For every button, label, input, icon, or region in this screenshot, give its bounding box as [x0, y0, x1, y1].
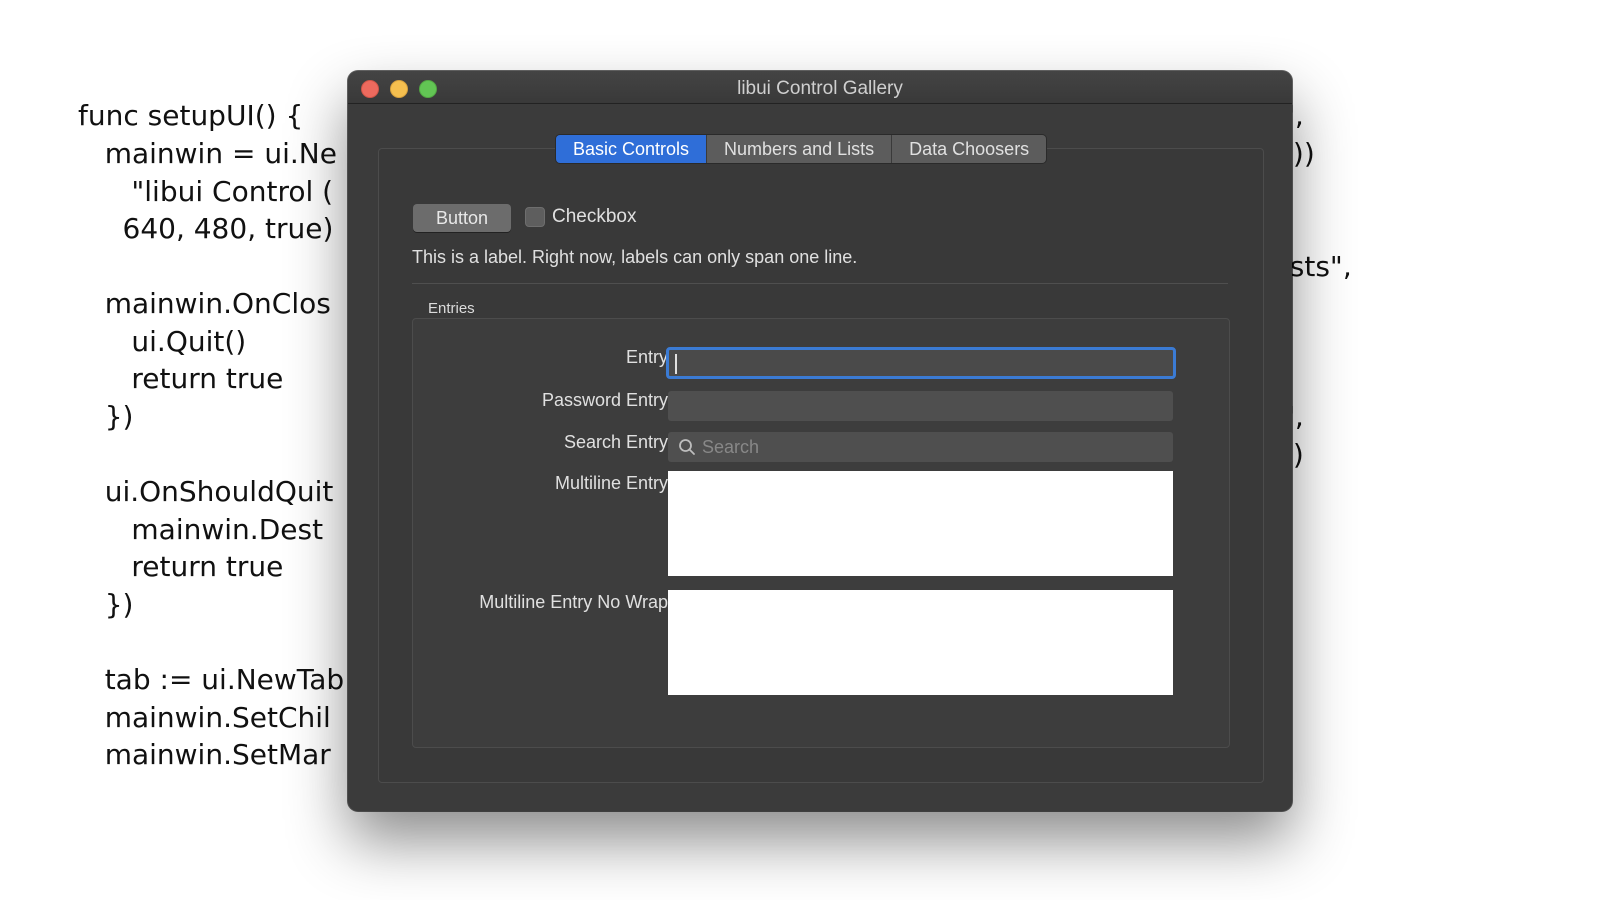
password-entry-label: Password Entry — [541, 390, 668, 410]
tab-data-choosers[interactable]: Data Choosers — [892, 135, 1047, 163]
code-line: ists", — [1282, 250, 1352, 283]
code-line: }) — [78, 588, 134, 621]
tab-bar: Basic Controls Numbers and Lists Data Ch… — [555, 134, 1048, 164]
password-field[interactable] — [668, 391, 1173, 421]
entry-field[interactable] — [666, 347, 1176, 379]
code-line: 640, 480, true) — [78, 212, 334, 245]
code-line: return true — [78, 362, 284, 395]
code-line: "libui Control ( — [78, 175, 334, 208]
group-title: Entries — [428, 300, 475, 317]
code-line: ui.OnShouldQuit — [78, 475, 334, 508]
code-line: mainwin.SetChil — [78, 701, 331, 734]
code-line: }) — [78, 400, 134, 433]
code-line: ui.Quit() — [78, 325, 247, 358]
search-entry-label: Search Entry — [563, 432, 668, 452]
entry-label: Entry — [625, 347, 668, 367]
app-window: libui Control Gallery Basic Controls Num… — [348, 71, 1292, 811]
code-line: return true — [78, 550, 284, 583]
title-bar[interactable]: libui Control Gallery — [348, 71, 1292, 104]
multiline-entry-no-wrap[interactable] — [668, 590, 1173, 695]
checkbox-label[interactable]: Checkbox — [552, 206, 637, 228]
separator — [412, 283, 1228, 284]
info-label: This is a label. Right now, labels can o… — [412, 247, 858, 267]
code-line: mainwin = ui.Ne — [78, 137, 337, 170]
window-title: libui Control Gallery — [737, 78, 903, 99]
code-line: mainwin.OnClos — [78, 287, 331, 320]
code-line: mainwin.SetMar — [78, 738, 331, 771]
multiline-entry-label: Multiline Entry — [554, 473, 668, 493]
tab-basic-controls[interactable]: Basic Controls — [556, 135, 708, 163]
multiline-entry[interactable] — [668, 471, 1173, 576]
search-icon — [678, 438, 696, 460]
search-field[interactable]: Search — [668, 432, 1173, 462]
code-line: func setupUI() { — [78, 99, 304, 132]
code-line: tab := ui.NewTab — [78, 663, 345, 696]
multiline-nowrap-label: Multiline Entry No Wrap — [479, 592, 668, 612]
checkbox[interactable] — [525, 207, 545, 227]
text-caret — [675, 354, 677, 374]
tab-numbers-and-lists[interactable]: Numbers and Lists — [707, 135, 893, 163]
search-placeholder: Search — [702, 437, 760, 457]
code-line: mainwin.Dest — [78, 513, 324, 546]
button[interactable]: Button — [413, 204, 511, 232]
